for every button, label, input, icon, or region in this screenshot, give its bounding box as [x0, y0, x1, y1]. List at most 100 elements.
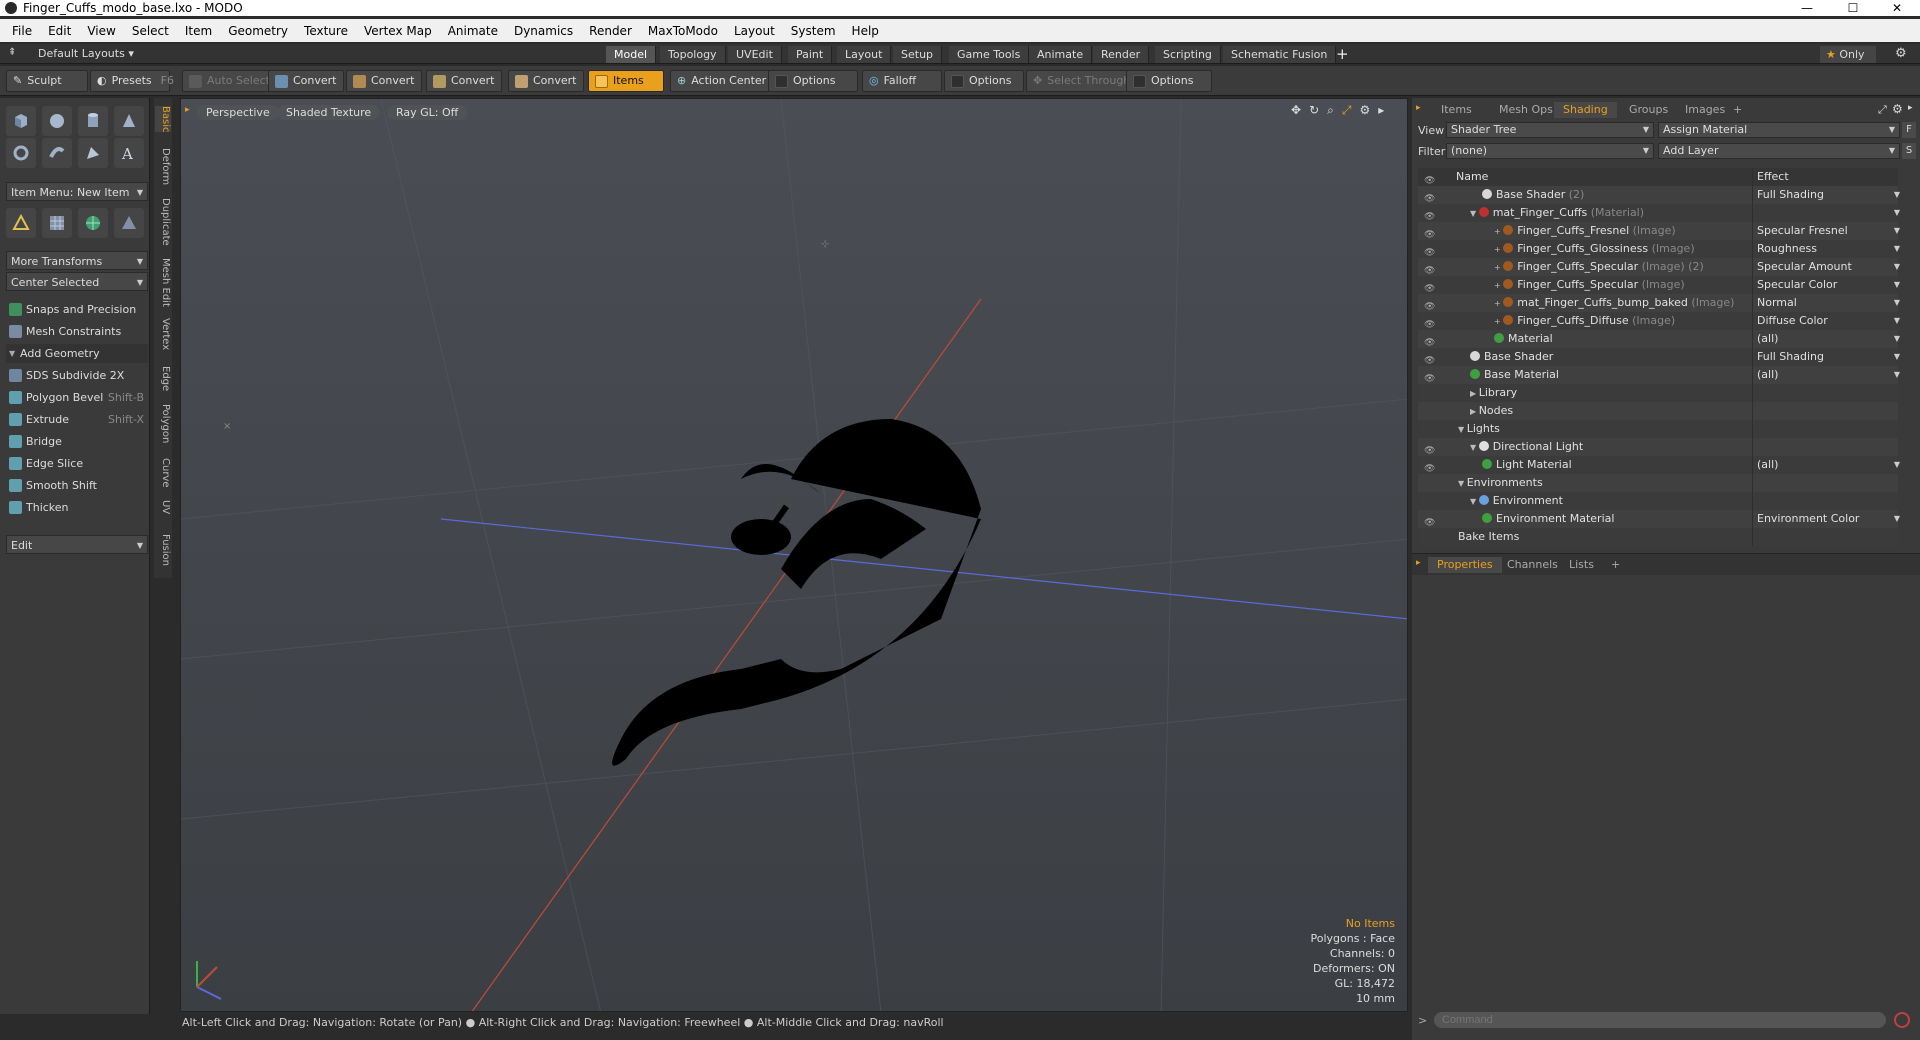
- tree-row[interactable]: 👁 Base Shader Full Shading: [1418, 348, 1900, 366]
- tree-row[interactable]: 👁 + Finger_Cuffs_Diffuse (Image) Diffuse C…: [1418, 312, 1900, 330]
- falloff-button[interactable]: ◎ Falloff: [862, 70, 942, 92]
- rotate-icon[interactable]: ↻: [1309, 103, 1319, 118]
- effect-dropdown[interactable]: Environment Color: [1752, 510, 1904, 528]
- effect-dropdown[interactable]: Specular Color: [1752, 276, 1904, 294]
- globe-icon[interactable]: [78, 208, 108, 238]
- maximize-button[interactable]: ☐: [1830, 0, 1876, 16]
- expand-toggle-icon[interactable]: ▼: [1470, 497, 1479, 506]
- menu-select[interactable]: Select: [124, 24, 177, 38]
- menu-texture[interactable]: Texture: [296, 24, 356, 38]
- tree-row[interactable]: 👁 Base Shader (2) Full Shading: [1418, 186, 1900, 204]
- shading-mode-button[interactable]: Shaded Texture: [277, 105, 381, 120]
- tree-row[interactable]: 👁 + mat_Finger_Cuffs_bump_baked (Image) No…: [1418, 294, 1900, 312]
- menu-animate[interactable]: Animate: [440, 24, 506, 38]
- view-dropdown[interactable]: Shader Tree: [1446, 122, 1654, 138]
- tools-transform-icon[interactable]: [6, 208, 36, 238]
- falloff-options-button[interactable]: Options: [944, 70, 1024, 92]
- expand-toggle-icon[interactable]: +: [1494, 317, 1503, 326]
- fit-icon[interactable]: ⤢: [1342, 103, 1352, 118]
- cone-icon[interactable]: [114, 106, 144, 136]
- effect-dropdown[interactable]: Specular Fresnel: [1752, 222, 1904, 240]
- add-properties-tab-button[interactable]: +: [1602, 557, 1629, 573]
- column-effect-header[interactable]: Effect: [1752, 168, 1904, 186]
- sds-subdivide-button[interactable]: SDS Subdivide 2X: [6, 366, 148, 385]
- panel-menu-icon[interactable]: ▸: [1416, 103, 1421, 113]
- grid-icon[interactable]: [42, 208, 72, 238]
- tree-row[interactable]: Bake Items: [1418, 528, 1898, 546]
- expand-toggle-icon[interactable]: ▶: [1470, 389, 1479, 398]
- tab-game-tools[interactable]: Game Tools: [949, 46, 1030, 63]
- edge-slice-button[interactable]: Edge Slice: [6, 454, 148, 473]
- menu-dynamics[interactable]: Dynamics: [506, 24, 581, 38]
- tab-groups[interactable]: Groups: [1620, 102, 1677, 118]
- vtab-basic[interactable]: Basic: [155, 106, 171, 133]
- item-menu-dropdown[interactable]: Item Menu: New Item: [6, 182, 148, 202]
- tree-row[interactable]: 👁 Base Material (all): [1418, 366, 1900, 384]
- f-button[interactable]: F: [1902, 122, 1916, 138]
- vtab-mesh-edit[interactable]: Mesh Edit: [155, 258, 171, 307]
- zoom-icon[interactable]: ⌕: [1327, 103, 1334, 118]
- convert-edge-button[interactable]: Convert: [346, 70, 422, 92]
- tab-items[interactable]: Items: [1432, 102, 1481, 118]
- tree-row[interactable]: 👁 + Finger_Cuffs_Glossiness (Image) Roughn…: [1418, 240, 1900, 258]
- tab-schematic-fusion[interactable]: Schematic Fusion: [1223, 46, 1337, 63]
- only-toggle[interactable]: ★ Only: [1820, 46, 1876, 63]
- vtab-polygon[interactable]: Polygon: [155, 404, 171, 443]
- menu-view[interactable]: View: [79, 24, 123, 38]
- effect-dropdown[interactable]: Roughness: [1752, 240, 1904, 258]
- snaps-precision-button[interactable]: Snaps and Precision: [6, 300, 148, 319]
- menu-file[interactable]: File: [4, 24, 40, 38]
- effect-dropdown[interactable]: Diffuse Color: [1752, 312, 1904, 330]
- extrude-button[interactable]: Extrude Shift-X: [6, 410, 148, 429]
- expand-toggle-icon[interactable]: +: [1494, 263, 1503, 272]
- expand-toggle-icon[interactable]: ▼: [1470, 443, 1479, 452]
- effect-dropdown[interactable]: (all): [1752, 330, 1904, 348]
- action-center-button[interactable]: ⊕ Action Center: [670, 70, 774, 92]
- menu-vertex-map[interactable]: Vertex Map: [356, 24, 440, 38]
- mesh-constraints-button[interactable]: Mesh Constraints: [6, 322, 148, 341]
- tab-properties[interactable]: Properties: [1428, 557, 1502, 573]
- vtab-edge[interactable]: Edge: [155, 366, 171, 391]
- vtab-vertex[interactable]: Vertex: [155, 318, 171, 350]
- effect-dropdown[interactable]: [1752, 204, 1904, 222]
- center-selected-dropdown[interactable]: Center Selected: [6, 272, 148, 292]
- tree-row[interactable]: 👁 Light Material (all): [1418, 456, 1900, 474]
- tab-render[interactable]: Render: [1093, 46, 1150, 63]
- menu-maxtomodo[interactable]: MaxToModo: [640, 24, 726, 38]
- auto-select-button[interactable]: Auto Select: [182, 70, 277, 92]
- tree-row[interactable]: 👁 + Finger_Cuffs_Specular (Image) Specular…: [1418, 276, 1900, 294]
- 3d-viewport[interactable]: ⊹ × ▸ Perspective Shaded Texture Ray GL:…: [180, 98, 1408, 1012]
- select-through-button[interactable]: ✥ Select Through: [1026, 70, 1138, 92]
- text-icon[interactable]: A: [114, 138, 144, 168]
- default-layouts-dropdown[interactable]: Default Layouts ▾: [38, 47, 134, 60]
- menu-layout[interactable]: Layout: [726, 24, 783, 38]
- viewport-settings-gear-icon[interactable]: ⚙: [1359, 103, 1370, 118]
- tree-row[interactable]: 👁 ▼ mat_Finger_Cuffs (Material): [1418, 204, 1900, 222]
- menu-render[interactable]: Render: [581, 24, 640, 38]
- tree-row[interactable]: ▶ Nodes: [1418, 402, 1898, 420]
- tree-row[interactable]: ▶ Library: [1418, 384, 1898, 402]
- panel-arrow-icon[interactable]: ▸: [1908, 103, 1913, 113]
- effect-dropdown[interactable]: Full Shading: [1752, 186, 1904, 204]
- expand-toggle-icon[interactable]: ▼: [1470, 209, 1479, 218]
- pan-icon[interactable]: ✥: [1291, 103, 1301, 118]
- more-transforms-dropdown[interactable]: More Transforms: [6, 251, 148, 271]
- tab-topology[interactable]: Topology: [660, 46, 726, 63]
- menu-help[interactable]: Help: [844, 24, 887, 38]
- expand-toggle-icon[interactable]: ▶: [1470, 407, 1479, 416]
- tab-model[interactable]: Model: [606, 46, 657, 63]
- s-button[interactable]: S: [1902, 143, 1916, 159]
- cube-icon[interactable]: [6, 106, 36, 136]
- expand-toggle-icon[interactable]: ▼: [1458, 425, 1467, 434]
- convert-polygon-button[interactable]: Convert: [426, 70, 502, 92]
- action-center-options-button[interactable]: Options: [768, 70, 858, 92]
- smooth-shift-button[interactable]: Smooth Shift: [6, 476, 148, 495]
- expand-toggle-icon[interactable]: +: [1494, 227, 1503, 236]
- effect-dropdown[interactable]: (all): [1752, 456, 1904, 474]
- record-icon[interactable]: [1894, 1012, 1910, 1028]
- tab-scripting[interactable]: Scripting: [1155, 46, 1221, 63]
- menu-geometry[interactable]: Geometry: [220, 24, 296, 38]
- vtab-uv[interactable]: UV: [155, 500, 171, 514]
- minimize-button[interactable]: —: [1784, 0, 1830, 16]
- expand-toggle-icon[interactable]: +: [1494, 299, 1503, 308]
